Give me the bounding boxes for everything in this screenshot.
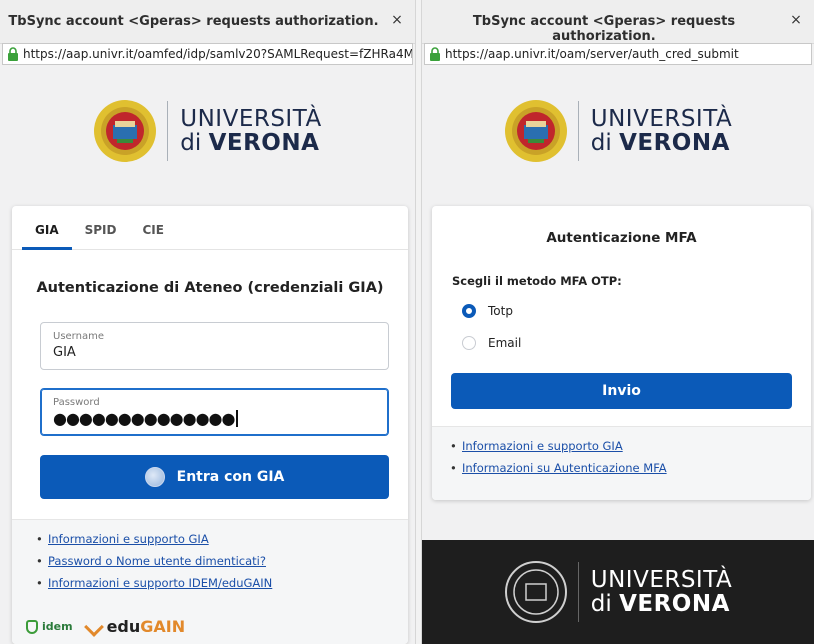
logo-bold: VERONA [619,591,730,617]
window-title: TbSync account <Gperas> requests authori… [472,14,736,44]
logo-divider [577,562,579,622]
university-logo: UNIVERSITÀ di VERONA [422,76,814,186]
logo-line2: di VERONA [591,131,732,155]
university-name: UNIVERSITÀ di VERONA [591,568,732,616]
mfa-card: Autenticazione MFA Scegli il metodo MFA … [432,206,811,500]
edugain-suffix: GAIN [140,617,186,636]
idem-text: idem [42,620,73,633]
url-text: https://aap.univr.it/oamfed/idp/samlv20?… [23,47,413,61]
logo-line2: di VERONA [180,131,321,155]
username-value: GIA [53,345,76,360]
submit-button[interactable]: Invio [451,373,792,409]
card-heading: Autenticazione MFA [546,230,697,246]
logo-prefix: di [590,591,620,617]
mfa-method-label: Scegli il metodo MFA OTP: [452,274,622,288]
federation-badges: idem edu GAIN [26,616,186,637]
submit-button-label: Invio [602,383,641,399]
password-dots: ●●●●●●●●●●●●●● [53,409,235,428]
logo-divider [577,101,579,161]
link-support-gia[interactable]: Informazioni e supporto GIA [48,532,209,546]
tab-cie[interactable]: CIE [129,206,176,249]
tab-spid[interactable]: SPID [72,206,130,249]
link-support-gia[interactable]: Informazioni e supporto GIA [462,439,623,453]
password-label: Password [53,397,100,408]
radio-checked-icon[interactable] [462,304,476,318]
logo-bold: VERONA [619,130,730,156]
card-heading: Autenticazione di Ateneo (credenziali GI… [36,280,384,296]
address-bar[interactable]: https://aap.univr.it/oamfed/idp/samlv20?… [2,43,413,65]
logo-line1: UNIVERSITÀ [590,566,733,593]
logo-bold: VERONA [208,130,320,156]
logo-divider [167,101,169,161]
radio-unchecked-icon[interactable] [462,336,476,350]
password-value: ●●●●●●●●●●●●●● [53,409,376,428]
username-label: Username [53,331,104,342]
left-auth-window: TbSync account <Gperas> requests authori… [0,0,416,644]
link-item: Informazioni su Autenticazione MFA [450,461,811,475]
idem-logo: idem [26,619,73,634]
logo-prefix: di [180,130,209,156]
text-caret [236,410,239,427]
username-field[interactable]: Username GIA [40,322,389,370]
link-support-idem[interactable]: Informazioni e supporto IDEM/eduGAIN [48,576,272,590]
page-footer: UNIVERSITÀ di VERONA [422,540,814,644]
lock-icon [8,47,18,61]
link-item: Informazioni e supporto GIA [450,439,811,453]
lock-icon [430,47,440,61]
page-content: UNIVERSITÀ di VERONA GIA SPID CIE Autent… [0,66,415,644]
university-name: UNIVERSITÀ di VERONA [591,107,732,155]
link-item: Password o Nome utente dimenticati? [36,554,408,568]
tab-gia[interactable]: GIA [22,206,72,250]
option-totp-label: Totp [488,304,513,318]
option-email[interactable]: Email [462,336,521,350]
window-title: TbSync account <Gperas> requests authori… [8,14,379,29]
title-bar: TbSync account <Gperas> requests authori… [0,0,415,44]
university-seal-icon [504,100,567,162]
globe-icon [144,467,165,487]
option-totp[interactable]: Totp [462,304,513,318]
login-card: GIA SPID CIE Autenticazione di Ateneo (c… [12,206,408,644]
logo-line1: UNIVERSITÀ [590,105,733,132]
title-bar: TbSync account <Gperas> requests authori… [422,0,814,44]
edugain-logo: edu GAIN [83,616,186,637]
right-auth-window: TbSync account <Gperas> requests authori… [421,0,814,644]
link-item: Informazioni e supporto IDEM/eduGAIN [36,576,408,590]
login-button-label: Entra con GIA [176,469,285,485]
university-logo: UNIVERSITÀ di VERONA [0,76,415,186]
edugain-arrow-icon [83,616,104,637]
link-mfa-info[interactable]: Informazioni su Autenticazione MFA [462,461,667,475]
university-name: UNIVERSITÀ di VERONA [180,107,321,155]
idem-mark-icon [26,619,38,634]
edugain-prefix: edu [106,617,141,636]
page-content: UNIVERSITÀ di VERONA Autenticazione MFA … [422,66,814,644]
logo-line1: UNIVERSITÀ [180,105,322,132]
link-forgot-password[interactable]: Password o Nome utente dimenticati? [48,554,266,568]
link-item: Informazioni e supporto GIA [36,532,408,546]
login-button[interactable]: Entra con GIA [40,455,389,499]
university-seal-icon [94,100,157,162]
close-button[interactable]: × [389,12,405,28]
address-bar[interactable]: https://aap.univr.it/oam/server/auth_cre… [424,43,812,65]
logo-prefix: di [590,130,620,156]
password-field[interactable]: Password ●●●●●●●●●●●●●● [40,388,389,436]
logo-line2: di VERONA [591,592,732,616]
support-links: Informazioni e supporto GIA Informazioni… [432,426,811,500]
auth-tabs: GIA SPID CIE [12,206,408,250]
option-email-label: Email [488,336,522,350]
url-text: https://aap.univr.it/oam/server/auth_cre… [445,47,739,61]
close-button[interactable]: × [788,12,804,28]
university-seal-icon [504,561,567,623]
